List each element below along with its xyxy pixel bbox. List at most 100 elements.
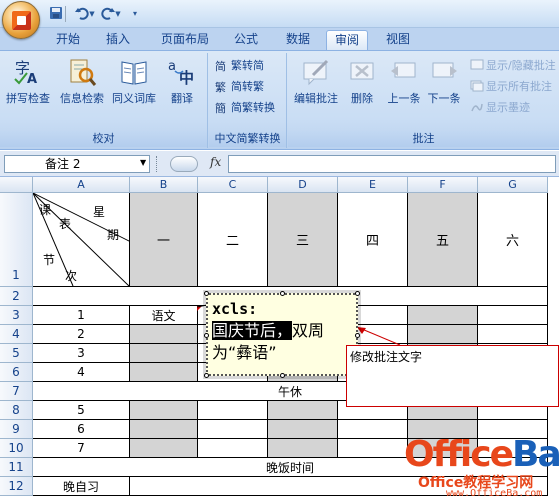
save-icon[interactable]: [48, 6, 64, 22]
row-header-11[interactable]: 11: [0, 458, 33, 477]
research-button[interactable]: 信息检索: [58, 55, 106, 113]
formula-bar-collapse-button[interactable]: [170, 156, 198, 172]
weekday-cell[interactable]: 五: [408, 193, 478, 287]
tab-data[interactable]: 数据: [278, 30, 318, 50]
period-cell[interactable]: 3: [33, 344, 130, 363]
tab-insert[interactable]: 插入: [98, 30, 138, 50]
row-header-4[interactable]: 4: [0, 325, 33, 344]
row-header-7[interactable]: 7: [0, 382, 33, 401]
resize-handle[interactable]: [204, 373, 209, 378]
table-cell[interactable]: [130, 344, 198, 363]
period-cell[interactable]: 7: [33, 439, 130, 458]
row-header-5[interactable]: 5: [0, 344, 33, 363]
resize-handle[interactable]: [280, 291, 285, 296]
table-cell[interactable]: [408, 306, 478, 325]
cell-b3[interactable]: 语文: [130, 306, 198, 325]
row-header-10[interactable]: 10: [0, 439, 33, 458]
period-cell[interactable]: 1: [33, 306, 130, 325]
column-header-d[interactable]: D: [268, 177, 338, 193]
simp-to-trad-button[interactable]: 繁简转繁: [215, 78, 264, 96]
resize-handle[interactable]: [204, 291, 209, 296]
select-all-corner[interactable]: [0, 177, 33, 193]
resize-handle[interactable]: [204, 333, 209, 338]
worksheet-grid: A B C D E F G 1 2 3 4 5 6 7 8 9 10 11 12…: [0, 177, 559, 501]
next-comment-button[interactable]: 下一条: [424, 55, 464, 113]
chinese-conversion-button[interactable]: 簡简繁转换: [215, 99, 275, 117]
table-cell[interactable]: [130, 420, 198, 439]
period-cell[interactable]: 2: [33, 325, 130, 344]
show-hide-comment-toggle[interactable]: 显示/隐藏批注: [470, 57, 556, 75]
row-header-1[interactable]: 1: [0, 193, 33, 287]
row-header-9[interactable]: 9: [0, 420, 33, 439]
row-header-6[interactable]: 6: [0, 363, 33, 382]
period-cell[interactable]: 6: [33, 420, 130, 439]
table-cell[interactable]: [478, 306, 548, 325]
delete-comment-button[interactable]: 删除: [344, 55, 380, 113]
name-box[interactable]: 备注 2: [4, 155, 150, 173]
group-chinese-conversion: 简繁转简 繁简转繁 簡简繁转换 中文简繁转换: [209, 53, 287, 148]
table-cell[interactable]: [130, 363, 198, 382]
table-cell[interactable]: [198, 401, 268, 420]
redo-dropdown-icon[interactable]: ▼: [114, 6, 122, 22]
formula-input[interactable]: [228, 155, 556, 173]
diagonal-header-cell[interactable]: 课 表 星 期 节 次: [33, 193, 130, 287]
period-cell[interactable]: 5: [33, 401, 130, 420]
table-cell[interactable]: [268, 420, 338, 439]
insert-function-icon[interactable]: fx: [210, 155, 221, 169]
header-ci: 次: [65, 269, 78, 283]
previous-comment-button[interactable]: 上一条: [384, 55, 424, 113]
table-cell[interactable]: [268, 401, 338, 420]
tab-review[interactable]: 审阅: [326, 30, 368, 50]
translate-icon: a中: [167, 57, 197, 87]
table-cell[interactable]: [338, 420, 408, 439]
tab-formulas[interactable]: 公式: [226, 30, 266, 50]
table-cell[interactable]: [130, 401, 198, 420]
table-cell[interactable]: [130, 439, 198, 458]
table-cell[interactable]: [338, 439, 408, 458]
tab-page-layout[interactable]: 页面布局: [152, 30, 218, 50]
trad-to-simp-button[interactable]: 简繁转简: [215, 57, 264, 75]
resize-handle[interactable]: [280, 373, 285, 378]
table-cell[interactable]: [478, 325, 548, 344]
edit-comment-button[interactable]: 编辑批注: [292, 55, 340, 113]
weekday-cell[interactable]: 六: [478, 193, 548, 287]
show-ink-toggle[interactable]: 显示墨迹: [470, 99, 530, 117]
resize-handle[interactable]: [355, 333, 360, 338]
tab-view[interactable]: 视图: [378, 30, 418, 50]
translate-button[interactable]: a中 翻译: [160, 55, 204, 113]
spell-check-button[interactable]: 字A 拼写检查: [4, 55, 52, 113]
comment-box[interactable]: xcls: 国庆节后，双周 为“彝语”: [203, 290, 361, 379]
table-cell[interactable]: [130, 325, 198, 344]
table-cell[interactable]: [408, 325, 478, 344]
resize-handle[interactable]: [355, 291, 360, 296]
row-header-12[interactable]: 12: [0, 477, 33, 496]
column-header-e[interactable]: E: [338, 177, 408, 193]
tab-home[interactable]: 开始: [48, 30, 88, 50]
column-header-g[interactable]: G: [478, 177, 548, 193]
weekday-cell[interactable]: 二: [198, 193, 268, 287]
undo-dropdown-icon[interactable]: ▼: [88, 6, 96, 22]
name-box-dropdown-icon[interactable]: ▼: [140, 158, 146, 167]
weekday-cell[interactable]: 四: [338, 193, 408, 287]
show-all-comments-label: 显示所有批注: [486, 80, 552, 93]
show-all-comments-toggle[interactable]: 显示所有批注: [470, 78, 552, 96]
thesaurus-button[interactable]: 同义词库: [110, 55, 158, 113]
previous-comment-label: 上一条: [387, 92, 421, 105]
column-header-b[interactable]: B: [130, 177, 198, 193]
office-button[interactable]: [2, 1, 40, 39]
table-cell[interactable]: [268, 439, 338, 458]
column-header-f[interactable]: F: [408, 177, 478, 193]
customize-qat-icon[interactable]: ▾: [130, 6, 140, 22]
weekday-cell[interactable]: 三: [268, 193, 338, 287]
row-header-2[interactable]: 2: [0, 287, 33, 306]
period-cell[interactable]: 4: [33, 363, 130, 382]
row-header-8[interactable]: 8: [0, 401, 33, 420]
column-header-c[interactable]: C: [198, 177, 268, 193]
weekday-cell[interactable]: 一: [130, 193, 198, 287]
row-header-3[interactable]: 3: [0, 306, 33, 325]
table-cell[interactable]: [198, 439, 268, 458]
column-header-a[interactable]: A: [33, 177, 130, 193]
evening-study-cell[interactable]: 晚自习: [33, 477, 130, 496]
table-cell[interactable]: [198, 420, 268, 439]
comment-text[interactable]: xcls: 国庆节后，双周 为“彝语”: [212, 298, 352, 371]
